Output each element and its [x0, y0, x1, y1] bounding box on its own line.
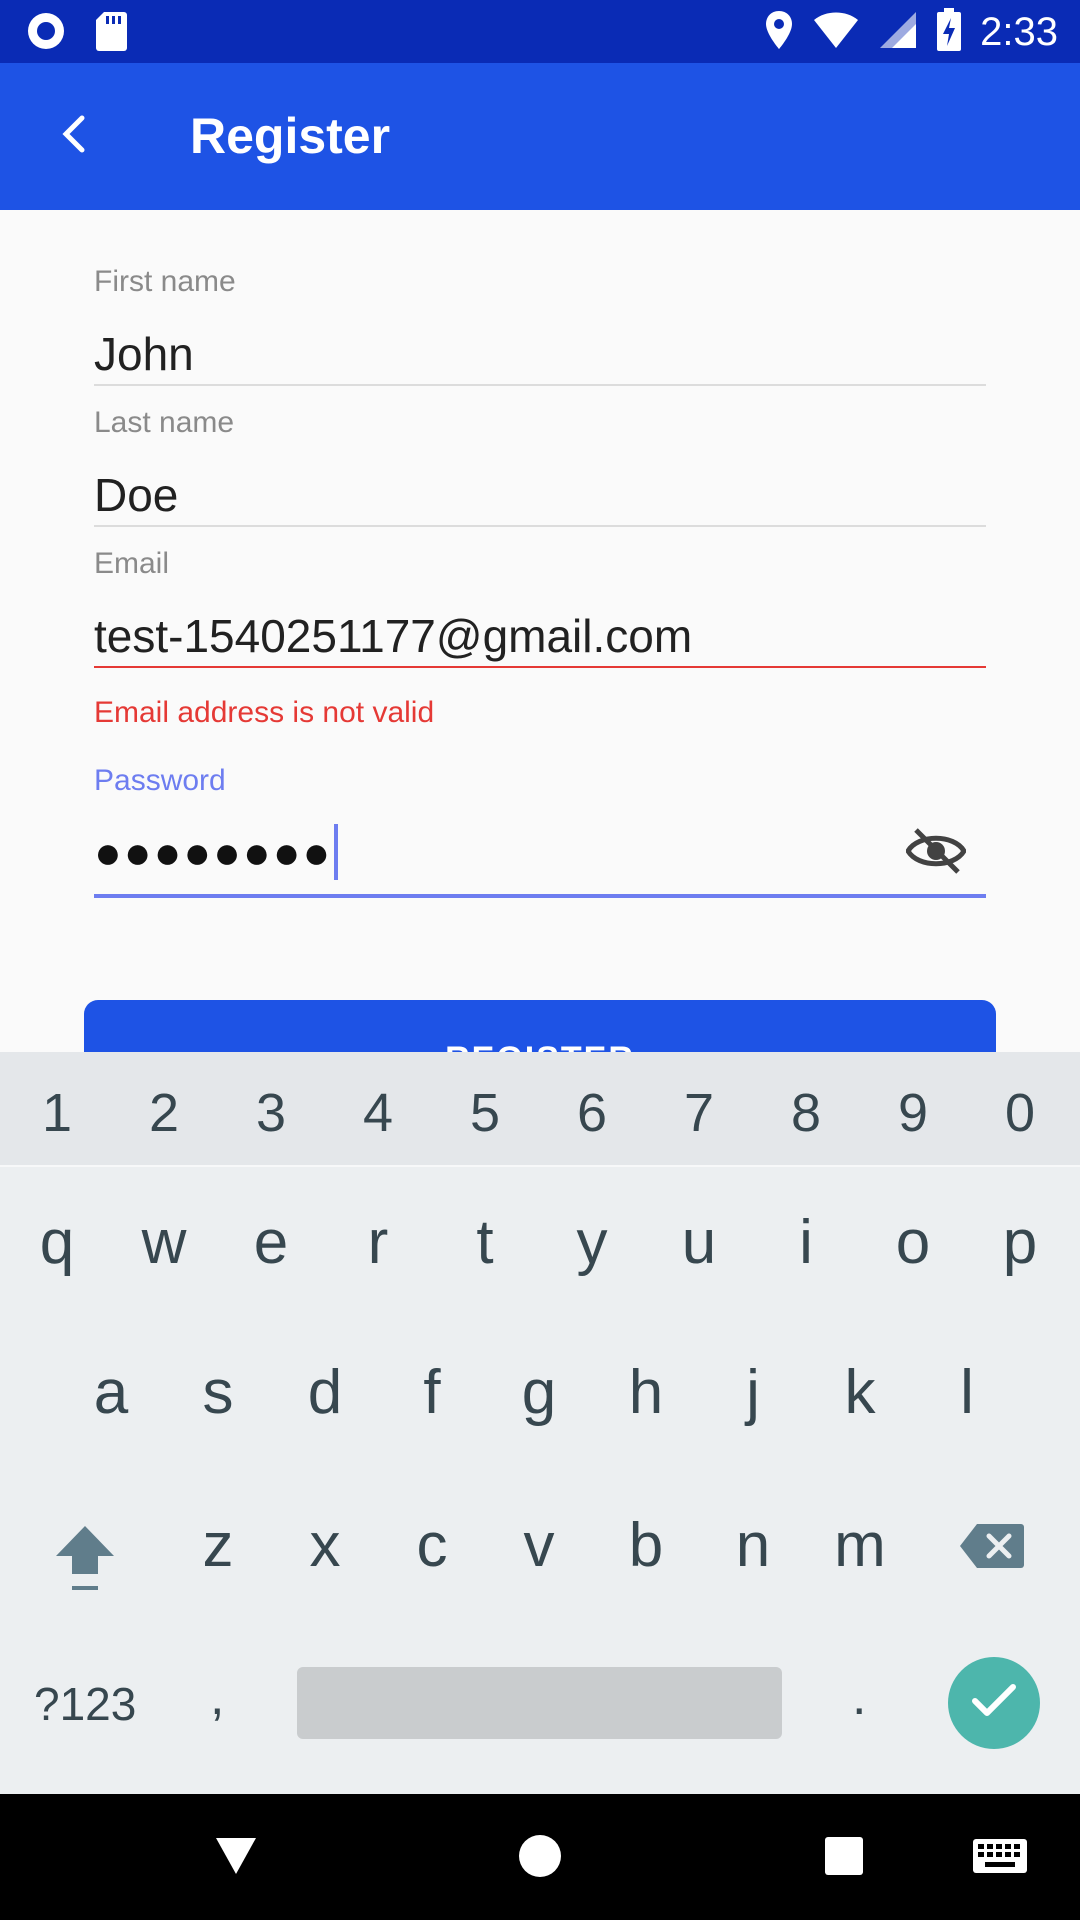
key-8[interactable]: 8 [761, 1082, 851, 1144]
location-pin-icon [764, 9, 794, 56]
circle-home-icon [518, 1835, 562, 1882]
cell-signal-icon [878, 10, 918, 55]
first-name-field[interactable]: First name John [94, 265, 986, 390]
first-name-underline [94, 384, 986, 386]
email-error-text: Email address is not valid [94, 696, 435, 729]
register-screen: 2:33 Register First name John Last name … [0, 0, 1080, 1920]
shift-arrow-icon [52, 1526, 118, 1600]
keyboard-icon [972, 1839, 1028, 1878]
circle-dot-icon [26, 11, 66, 56]
nav-home-button[interactable] [518, 1834, 562, 1883]
nav-keyboard-button[interactable] [972, 1838, 1028, 1879]
chevron-left-icon [58, 114, 88, 159]
email-field[interactable]: Email test-1540251177@gmail.com [94, 547, 986, 672]
key-v[interactable]: v [494, 1510, 584, 1581]
last-name-underline [94, 525, 986, 527]
key-s[interactable]: s [173, 1357, 263, 1428]
key-j[interactable]: j [708, 1357, 798, 1428]
key-h[interactable]: h [601, 1357, 691, 1428]
key-g[interactable]: g [494, 1357, 584, 1428]
key-d[interactable]: d [280, 1357, 370, 1428]
last-name-input[interactable]: Doe [94, 468, 986, 522]
key-9[interactable]: 9 [868, 1082, 958, 1144]
key-l[interactable]: l [922, 1357, 1012, 1428]
backspace-key[interactable] [952, 1522, 1032, 1575]
key-0[interactable]: 0 [975, 1082, 1065, 1144]
password-field[interactable]: Password ●●●●●●●● [94, 764, 986, 901]
wifi-icon [812, 10, 860, 55]
enter-key[interactable] [948, 1657, 1040, 1749]
key-u[interactable]: u [654, 1207, 744, 1278]
backspace-icon [959, 1524, 1025, 1574]
key-n[interactable]: n [708, 1510, 798, 1581]
password-input[interactable]: ●●●●●●●● [94, 825, 332, 879]
key-1[interactable]: 1 [12, 1082, 102, 1144]
period-key[interactable]: . [852, 1667, 866, 1727]
key-z[interactable]: z [173, 1510, 263, 1581]
key-m[interactable]: m [815, 1510, 905, 1581]
password-label: Password [94, 764, 226, 797]
key-x[interactable]: x [280, 1510, 370, 1581]
email-underline [94, 666, 986, 668]
key-t[interactable]: t [440, 1207, 530, 1278]
key-w[interactable]: w [119, 1207, 209, 1278]
key-6[interactable]: 6 [547, 1082, 637, 1144]
back-button[interactable] [40, 103, 106, 169]
key-q[interactable]: q [12, 1207, 102, 1278]
key-f[interactable]: f [387, 1357, 477, 1428]
key-2[interactable]: 2 [119, 1082, 209, 1144]
text-cursor [334, 824, 339, 880]
last-name-label: Last name [94, 406, 235, 439]
nav-recents-button[interactable] [824, 1836, 864, 1881]
key-7[interactable]: 7 [654, 1082, 744, 1144]
key-k[interactable]: k [815, 1357, 905, 1428]
key-p[interactable]: p [975, 1207, 1065, 1278]
password-visibility-toggle[interactable] [905, 826, 967, 881]
status-bar: 2:33 [0, 0, 1080, 63]
key-y[interactable]: y [547, 1207, 637, 1278]
key-i[interactable]: i [761, 1207, 851, 1278]
app-bar: Register [0, 63, 1080, 210]
comma-key[interactable]: , [210, 1667, 224, 1727]
nav-back-button[interactable] [214, 1836, 258, 1881]
key-a[interactable]: a [66, 1357, 156, 1428]
key-b[interactable]: b [601, 1510, 691, 1581]
number-row: 1 2 3 4 5 6 7 8 9 0 [0, 1052, 1080, 1167]
navigation-bar [0, 1794, 1080, 1920]
symbols-key[interactable]: ?123 [34, 1677, 136, 1731]
shift-key[interactable] [40, 1522, 130, 1601]
key-3[interactable]: 3 [226, 1082, 316, 1144]
triangle-back-icon [214, 1838, 258, 1880]
square-recents-icon [824, 1837, 864, 1880]
space-bar[interactable] [297, 1667, 782, 1739]
clock: 2:33 [980, 10, 1058, 54]
email-input[interactable]: test-1540251177@gmail.com [94, 609, 986, 663]
key-4[interactable]: 4 [333, 1082, 423, 1144]
first-name-label: First name [94, 265, 236, 298]
email-label: Email [94, 547, 170, 580]
eye-off-icon [905, 828, 967, 880]
soft-keyboard: 1 2 3 4 5 6 7 8 9 0 q w e r t y u i o p … [0, 1052, 1080, 1794]
key-c[interactable]: c [387, 1510, 477, 1581]
key-5[interactable]: 5 [440, 1082, 530, 1144]
key-e[interactable]: e [226, 1207, 316, 1278]
page-title: Register [190, 108, 391, 164]
sd-card-icon [94, 10, 128, 57]
key-r[interactable]: r [333, 1207, 423, 1278]
key-o[interactable]: o [868, 1207, 958, 1278]
last-name-field[interactable]: Last name Doe [94, 406, 986, 531]
first-name-input[interactable]: John [94, 327, 986, 381]
check-icon [971, 1683, 1017, 1724]
password-underline [94, 894, 986, 898]
battery-charging-icon [936, 8, 962, 57]
